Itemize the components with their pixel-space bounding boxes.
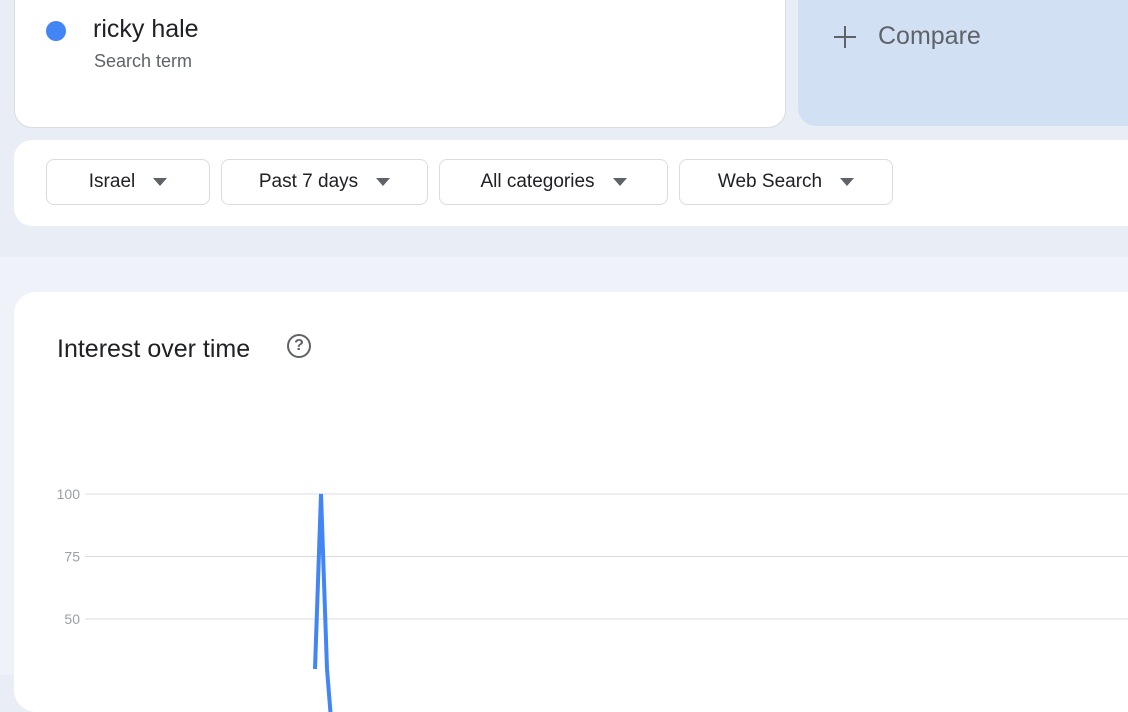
caret-down-icon <box>153 178 168 186</box>
interest-over-time-card: Interest over time ? 100 75 50 <box>14 292 1128 712</box>
caret-down-icon <box>840 178 855 186</box>
search-type-filter-dropdown[interactable]: Web Search <box>679 159 893 205</box>
plus-icon <box>834 25 856 48</box>
compare-label: Compare <box>878 22 981 50</box>
y-tick-label: 100 <box>57 486 81 502</box>
category-filter-dropdown[interactable]: All categories <box>439 159 668 205</box>
region-filter-dropdown[interactable]: Israel <box>46 159 210 205</box>
filter-label: Past 7 days <box>258 171 359 192</box>
caret-down-icon <box>612 178 627 186</box>
compare-card[interactable]: Compare <box>798 0 1128 126</box>
interest-line-chart: 100 75 50 <box>57 486 1128 712</box>
search-term-card[interactable]: ricky hale Search term <box>14 0 786 128</box>
filter-bar: Israel Past 7 days All categories Web Se… <box>14 140 1128 226</box>
time-range-filter-dropdown[interactable]: Past 7 days <box>221 159 428 205</box>
series-color-dot <box>46 21 66 41</box>
compare-button[interactable]: Compare <box>834 22 981 51</box>
y-tick-label: 75 <box>64 549 80 565</box>
caret-down-icon <box>376 178 391 186</box>
search-term-type-label: Search term <box>94 51 193 71</box>
y-tick-label: 50 <box>64 611 80 627</box>
filter-label: Israel <box>88 171 136 192</box>
search-term-name[interactable]: ricky hale <box>93 15 199 44</box>
filter-label: All categories <box>480 171 595 192</box>
filter-label: Web Search <box>717 171 823 192</box>
series-line <box>313 493 333 712</box>
